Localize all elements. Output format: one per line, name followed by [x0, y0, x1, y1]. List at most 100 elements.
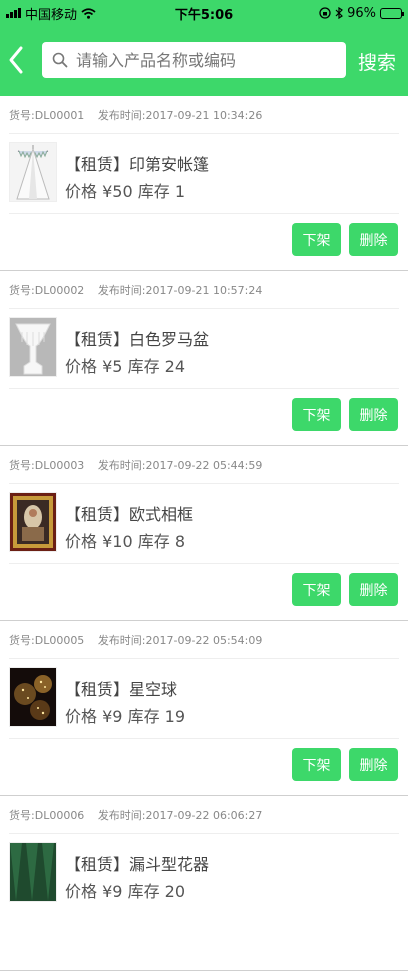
- divider: [9, 133, 399, 134]
- bluetooth-icon: [335, 7, 344, 19]
- stock-value: 20: [164, 882, 186, 901]
- star-sky-ball-image: [10, 668, 56, 726]
- header: 搜索: [0, 26, 408, 96]
- search-icon: [52, 52, 68, 68]
- stock-label: 库存: [127, 357, 160, 376]
- product-meta: 货号:DL00003 发布时间:2017-09-22 05:44:59: [9, 457, 262, 473]
- stock-value: 8: [174, 532, 186, 551]
- price-value: ¥5: [102, 357, 123, 376]
- status-bar: 中国移动 下午5:06 96%: [0, 0, 408, 26]
- delete-button[interactable]: 删除: [349, 223, 398, 256]
- price-stock: 价格 ¥10 库存 8: [65, 528, 185, 552]
- picture-frame-image: [10, 493, 56, 551]
- battery-icon: [380, 7, 404, 19]
- stock-label: 库存: [137, 182, 170, 201]
- publish-time: 2017-09-22 05:44:59: [145, 459, 263, 472]
- price-label: 价格: [65, 532, 98, 551]
- divider: [9, 213, 399, 214]
- product-thumbnail[interactable]: [9, 492, 57, 552]
- product-meta: 货号:DL00002 发布时间:2017-09-21 10:57:24: [9, 282, 262, 298]
- wifi-icon: [81, 7, 96, 19]
- price-label: 价格: [65, 882, 98, 901]
- publish-time: 2017-09-21 10:34:26: [145, 109, 263, 122]
- product-card: 货号:DL00003 发布时间:2017-09-22 05:44:59 【租赁】…: [0, 446, 408, 621]
- stock-label: 库存: [127, 882, 160, 901]
- product-code: DL00002: [34, 284, 85, 297]
- search-button[interactable]: 搜索: [358, 48, 396, 75]
- price-stock: 价格 ¥50 库存 1: [65, 178, 185, 202]
- stock-label: 库存: [137, 532, 170, 551]
- product-title: 【租赁】漏斗型花器: [65, 855, 210, 874]
- publish-time: 2017-09-22 05:54:09: [145, 634, 263, 647]
- product-code: DL00001: [34, 109, 85, 122]
- divider: [9, 658, 399, 659]
- price-label: 价格: [65, 357, 98, 376]
- search-box[interactable]: [42, 42, 346, 78]
- code-prefix: 货号:: [9, 459, 35, 472]
- product-thumbnail[interactable]: [9, 317, 57, 377]
- price-stock: 价格 ¥9 库存 20: [65, 878, 185, 902]
- stock-value: 1: [174, 182, 186, 201]
- code-prefix: 货号:: [9, 809, 35, 822]
- price-label: 价格: [65, 707, 98, 726]
- code-prefix: 货号:: [9, 284, 35, 297]
- product-title: 【租赁】印第安帐篷: [65, 155, 210, 174]
- divider: [9, 738, 399, 739]
- stock-value: 19: [164, 707, 186, 726]
- search-input[interactable]: [76, 50, 336, 70]
- price-stock: 价格 ¥9 库存 19: [65, 703, 185, 727]
- delete-button[interactable]: 删除: [349, 573, 398, 606]
- delete-button[interactable]: 删除: [349, 398, 398, 431]
- product-code: DL00006: [34, 809, 85, 822]
- divider: [9, 388, 399, 389]
- divider: [9, 308, 399, 309]
- orientation-lock-icon: [319, 7, 331, 19]
- price-label: 价格: [65, 182, 98, 201]
- stock-value: 24: [164, 357, 186, 376]
- product-title: 【租赁】星空球: [65, 680, 178, 699]
- publish-prefix: 发布时间:: [97, 459, 146, 472]
- publish-prefix: 发布时间:: [97, 809, 146, 822]
- product-thumbnail[interactable]: [9, 842, 57, 902]
- price-value: ¥50: [102, 182, 133, 201]
- unshelve-button[interactable]: 下架: [292, 223, 341, 256]
- divider: [9, 563, 399, 564]
- price-value: ¥10: [102, 532, 133, 551]
- product-meta: 货号:DL00001 发布时间:2017-09-21 10:34:26: [9, 107, 262, 123]
- product-title: 【租赁】白色罗马盆: [65, 330, 210, 349]
- chevron-left-icon: [9, 46, 23, 74]
- product-list: 货号:DL00001 发布时间:2017-09-21 10:34:26 【租赁】…: [0, 96, 408, 971]
- product-thumbnail[interactable]: [9, 142, 57, 202]
- product-card: 货号:DL00006 发布时间:2017-09-22 06:06:27 【租赁】…: [0, 796, 408, 971]
- signal-icon: [6, 8, 21, 18]
- clock: 下午5:06: [174, 7, 234, 23]
- publish-prefix: 发布时间:: [97, 109, 146, 122]
- unshelve-button[interactable]: 下架: [292, 573, 341, 606]
- price-stock: 价格 ¥5 库存 24: [65, 353, 185, 377]
- roman-urn-image: [10, 318, 56, 376]
- carrier-label: 中国移动: [25, 7, 78, 23]
- product-thumbnail[interactable]: [9, 667, 57, 727]
- publish-prefix: 发布时间:: [97, 284, 146, 297]
- battery-percent: 96%: [347, 5, 376, 21]
- divider: [9, 833, 399, 834]
- divider: [9, 483, 399, 484]
- code-prefix: 货号:: [9, 109, 35, 122]
- product-title: 【租赁】欧式相框: [65, 505, 194, 524]
- price-value: ¥9: [102, 882, 123, 901]
- product-meta: 货号:DL00006 发布时间:2017-09-22 06:06:27: [9, 807, 262, 823]
- product-code: DL00003: [34, 459, 85, 472]
- unshelve-button[interactable]: 下架: [292, 748, 341, 781]
- product-card: 货号:DL00005 发布时间:2017-09-22 05:54:09 【租赁】…: [0, 621, 408, 796]
- product-code: DL00005: [34, 634, 85, 647]
- publish-time: 2017-09-22 06:06:27: [145, 809, 263, 822]
- product-card: 货号:DL00001 发布时间:2017-09-21 10:34:26 【租赁】…: [0, 96, 408, 271]
- publish-prefix: 发布时间:: [97, 634, 146, 647]
- delete-button[interactable]: 删除: [349, 748, 398, 781]
- funnel-vase-image: [10, 843, 56, 901]
- price-value: ¥9: [102, 707, 123, 726]
- back-button[interactable]: [6, 42, 28, 78]
- unshelve-button[interactable]: 下架: [292, 398, 341, 431]
- product-card: 货号:DL00002 发布时间:2017-09-21 10:57:24 【租赁】…: [0, 271, 408, 446]
- stock-label: 库存: [127, 707, 160, 726]
